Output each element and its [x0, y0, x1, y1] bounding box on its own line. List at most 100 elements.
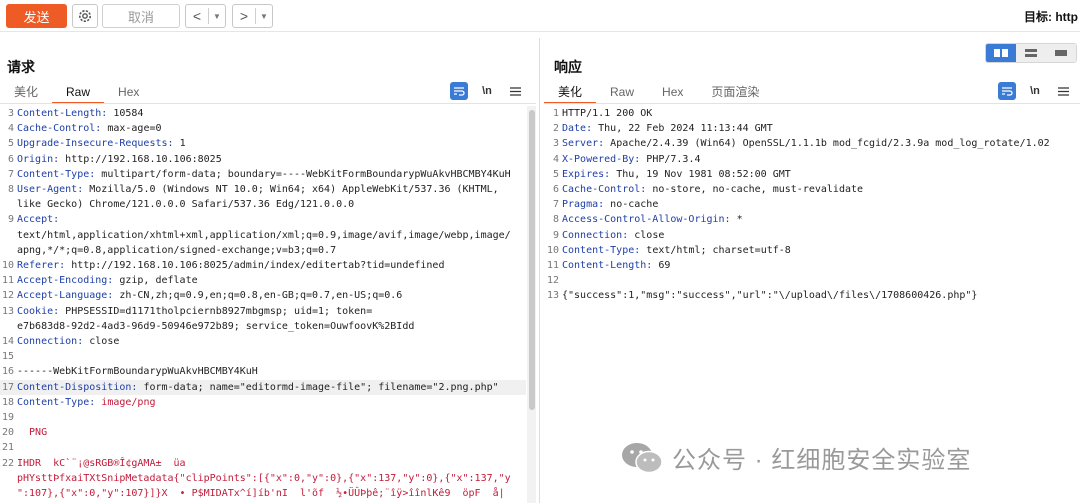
tab-render[interactable]: 页面渲染 — [697, 82, 773, 104]
line-number: 4 — [552, 153, 559, 165]
code-line: 13 Cookie: PHPSESSID=d1171tholpciernb8927… — [0, 304, 526, 319]
request-title: 请求 — [7, 59, 35, 75]
line-content: {"success":1,"msg":"success","url":"\/up… — [562, 288, 1080, 303]
code-line: 11 Accept-Encoding: gzip, deflate — [0, 273, 526, 288]
request-scroll-thumb[interactable] — [529, 110, 535, 410]
code-line: 12 — [544, 273, 1080, 288]
header-name: Content-Disposition: — [17, 381, 138, 393]
layout-toggle — [985, 43, 1077, 63]
code-line: 20 PNG — [0, 425, 526, 440]
line-number — [0, 197, 17, 212]
header-name: Content-Type: — [562, 244, 641, 256]
line-number: 10 — [546, 244, 559, 256]
line-content: apng,*/*;q=0.8,application/signed-exchan… — [17, 243, 526, 258]
watermark: 公众号 · 红细胞安全实验室 — [620, 440, 971, 475]
code-line: 10 Referer: http://192.168.10.106:8025/ad… — [0, 258, 526, 273]
header-value: no-cache — [604, 199, 659, 211]
back-button[interactable]: < ▼ — [185, 4, 226, 28]
line-number: 8 — [552, 214, 559, 226]
line-content: Connection: close — [17, 334, 526, 349]
code-line: 4 Cache-Control: max-age=0 — [0, 121, 526, 136]
header-value: 1 — [173, 138, 186, 150]
line-content: pHYsttÞfxaiTXtSnipMetadata{"clipPoints":… — [17, 471, 526, 486]
line-number: 13 — [1, 305, 14, 317]
line-number — [0, 471, 17, 486]
header-name: X-Powered-By: — [562, 153, 641, 165]
line-number: 4 — [7, 123, 14, 135]
tab-hex[interactable]: Hex — [104, 82, 153, 104]
hamburger-menu-icon[interactable] — [1054, 82, 1072, 100]
header-name: Cache-Control: — [562, 184, 647, 196]
header-name: Referer: — [17, 260, 66, 272]
request-editor[interactable]: 3 Content-Length: 10584 4 Cache-Control: ma… — [0, 106, 526, 503]
tab-hex[interactable]: Hex — [648, 82, 697, 104]
header-name: Accept-Encoding: — [17, 275, 114, 287]
dropdown-arrow-icon[interactable]: ▼ — [256, 12, 272, 21]
header-value: pHYsttÞfxaiTXtSnipMetadata{"clipPoints":… — [17, 472, 511, 484]
header-value: http://192.168.10.106:8025/admin/index/e… — [65, 260, 445, 272]
line-number — [0, 319, 17, 334]
header-value: image/png — [95, 396, 156, 408]
line-content: Accept: — [17, 212, 526, 227]
header-name: Cookie: — [17, 305, 60, 317]
line-content — [17, 349, 526, 364]
tab-pretty[interactable]: 美化 — [0, 82, 52, 104]
line-content: Content-Length: 10584 — [17, 106, 526, 121]
tab-raw[interactable]: Raw — [52, 82, 105, 104]
line-number — [0, 243, 17, 258]
line-content — [562, 273, 1080, 288]
code-line: 16 ------WebKitFormBoundarypWuAkvHBCMBY4K… — [0, 364, 526, 379]
code-line: 14 Connection: close — [0, 334, 526, 349]
header-value: text/html,application/xhtml+xml,applicat… — [17, 229, 511, 241]
line-number: 12 — [1, 290, 14, 302]
line-content: Cookie: PHPSESSID=d1171tholpciernb8927mb… — [17, 304, 526, 319]
header-value: close — [83, 336, 120, 348]
line-content: Content-Type: multipart/form-data; bound… — [17, 167, 526, 182]
header-value: 69 — [652, 260, 671, 272]
settings-button[interactable] — [72, 4, 98, 28]
header-value: gzip, deflate — [113, 275, 198, 287]
dropdown-arrow-icon[interactable]: ▼ — [209, 12, 225, 21]
line-content: Server: Apache/2.4.39 (Win64) OpenSSL/1.… — [562, 136, 1080, 151]
send-button[interactable]: 发送 — [6, 4, 67, 28]
header-name: Server: — [562, 138, 605, 150]
line-number: 14 — [1, 336, 14, 348]
cancel-button[interactable]: 取消 — [102, 4, 180, 28]
code-line: 10 Content-Type: text/html; charset=utf-8 — [544, 243, 1080, 258]
line-content: Accept-Language: zh-CN,zh;q=0.9,en;q=0.8… — [17, 288, 526, 303]
newline-toggle-icon[interactable]: \n — [1026, 82, 1044, 100]
line-content: Referer: http://192.168.10.106:8025/admi… — [17, 258, 526, 273]
line-content: Cache-Control: no-store, no-cache, must-… — [562, 182, 1080, 197]
wrap-lines-icon[interactable] — [998, 82, 1016, 100]
header-value: no-store, no-cache, must-revalidate — [646, 184, 864, 196]
line-content — [17, 410, 526, 425]
hamburger-menu-icon[interactable] — [506, 82, 524, 100]
panel-divider[interactable] — [539, 38, 540, 503]
split-horizontal-icon[interactable] — [986, 44, 1016, 62]
wrap-lines-icon[interactable] — [450, 82, 468, 100]
line-number: 12 — [546, 275, 559, 287]
single-panel-icon[interactable] — [1046, 44, 1076, 62]
code-line: 5 Upgrade-Insecure-Requests: 1 — [0, 136, 526, 151]
line-content: HTTP/1.1 200 OK — [562, 106, 1080, 121]
header-name: Connection: — [562, 229, 629, 241]
tab-pretty[interactable]: 美化 — [544, 82, 597, 104]
line-content: X-Powered-By: PHP/7.3.4 — [562, 152, 1080, 167]
code-line: 22 IHDR kC`¨¡@sRGB®Î¢gAMA± üa — [0, 456, 526, 471]
line-content: Content-Disposition: form-data; name="ed… — [17, 380, 526, 395]
header-value: PHPSESSID=d1171tholpciernb8927mbgmsp; ui… — [59, 305, 373, 317]
line-content: e7b683d8-92d2-4ad3-96d9-50946e972b89; se… — [17, 319, 526, 334]
line-content: Cache-Control: max-age=0 — [17, 121, 526, 136]
forward-button[interactable]: > ▼ — [232, 4, 273, 28]
line-number: 16 — [1, 366, 14, 378]
tab-raw[interactable]: Raw — [596, 82, 648, 104]
code-line: text/html,application/xhtml+xml,applicat… — [0, 228, 526, 243]
line-number: 19 — [1, 412, 14, 424]
line-number: 15 — [1, 351, 14, 363]
newline-toggle-icon[interactable]: \n — [478, 82, 496, 100]
code-line: 2 Date: Thu, 22 Feb 2024 11:13:44 GMT — [544, 121, 1080, 136]
line-number: 13 — [546, 290, 559, 302]
header-value: Mozilla/5.0 (Windows NT 10.0; Win64; x64… — [83, 184, 499, 196]
line-number: 7 — [552, 199, 559, 211]
split-vertical-icon[interactable] — [1016, 44, 1046, 62]
